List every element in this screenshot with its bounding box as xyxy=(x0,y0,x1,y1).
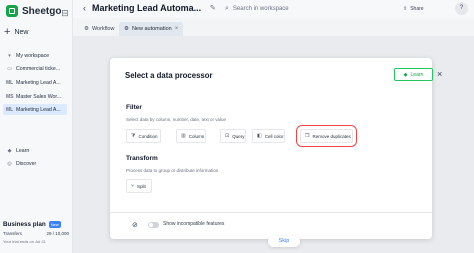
pencil-icon[interactable]: ✎ xyxy=(210,4,216,12)
split-icon: ⑂ xyxy=(131,183,135,189)
close-tab-icon[interactable]: × xyxy=(175,26,179,32)
filter-icon: ⧩ xyxy=(131,133,136,139)
sidebar-item-discover[interactable]: ◎ Discover xyxy=(3,158,39,169)
search-icon: ⌕ xyxy=(225,5,229,12)
sidebar-item-label: My workspace xyxy=(16,52,50,59)
plus-icon: + xyxy=(4,26,11,38)
sidebar-item-label: Master Sales Wor... xyxy=(16,93,62,100)
sidebar-item-my-workspace[interactable]: ▾ My workspace xyxy=(3,50,52,61)
brand-logo[interactable]: Sheetgo xyxy=(6,5,61,17)
close-icon[interactable]: × xyxy=(437,69,442,79)
automation-icon: ⚙ xyxy=(124,26,129,32)
new-button[interactable]: + New xyxy=(4,24,42,40)
ban-icon: ⊘ xyxy=(132,222,138,229)
tab-bar: ⚙ Workflow ⚙ New automation × xyxy=(73,22,474,36)
plan-title: Business plan New xyxy=(3,221,61,228)
compass-icon: ◎ xyxy=(7,160,12,167)
duplicates-icon: ❐ xyxy=(305,133,310,139)
share-button[interactable]: ⇪ Share xyxy=(403,3,424,15)
tab-new-automation[interactable]: ⚙ New automation × xyxy=(119,22,184,36)
option-split[interactable]: ⑂ Split xyxy=(126,179,152,193)
filter-section-subtitle: Select data by column, number, date, tex… xyxy=(126,117,227,122)
ml-badge-icon: ML xyxy=(6,106,14,113)
transfers-value: 29 / 10,000 xyxy=(46,231,69,236)
help-icon[interactable]: ? xyxy=(455,2,468,15)
toggle-label: Show incompatible features xyxy=(163,221,225,227)
share-icon: ⇪ xyxy=(403,6,408,12)
sheetgo-logo-icon xyxy=(6,5,18,17)
sidebar-item-master-sales[interactable]: MS Master Sales Wor... xyxy=(3,91,64,102)
workflow-icon: ⚙ xyxy=(84,26,89,32)
trial-note: Your trial ends on Jul 21 xyxy=(3,239,46,244)
sidebar-item-label: Learn xyxy=(16,147,30,154)
brand-name: Sheetgo xyxy=(22,5,62,17)
back-arrow-icon[interactable]: ‹ xyxy=(83,3,86,13)
sidebar-item-label: Commercial ticke... xyxy=(16,65,61,72)
sidebar-item-label: Marketing Lead A... xyxy=(16,106,61,113)
dialog-footer-divider xyxy=(110,212,432,213)
learn-button[interactable]: ◆ Learn xyxy=(394,68,433,81)
ml-badge-icon: ML xyxy=(6,79,14,86)
sidebar-item-label: Marketing Lead A... xyxy=(16,79,61,86)
columns-icon: ▥ xyxy=(181,133,186,139)
sidebar-item-learn[interactable]: ◆ Learn xyxy=(3,145,32,156)
graduation-cap-icon: ◆ xyxy=(403,71,408,78)
chevron-down-icon: ▾ xyxy=(8,52,11,59)
sidebar-item-commercial-tickets[interactable]: ▭ Commercial ticke... xyxy=(3,63,63,74)
new-button-label: New xyxy=(14,28,29,36)
dialog-title: Select a data processor xyxy=(125,71,213,80)
paint-bucket-icon: ◧ xyxy=(257,133,262,139)
option-column[interactable]: ▥ Column xyxy=(176,129,206,143)
tab-workflow[interactable]: ⚙ Workflow xyxy=(79,22,119,36)
transform-section-subtitle: Process data to group or distribute info… xyxy=(126,168,219,173)
option-cell-color[interactable]: ◧ Cell color xyxy=(252,129,285,143)
transform-section-title: Transform xyxy=(126,155,158,162)
plan-badge: New xyxy=(48,221,61,228)
ms-badge-icon: MS xyxy=(6,93,14,100)
search-input[interactable]: ⌕ Search in workspace xyxy=(225,3,395,15)
query-icon: ⊡ xyxy=(225,133,230,139)
collapse-sidebar-icon[interactable]: ⊟ xyxy=(60,8,70,18)
sidebar: Sheetgo ⊟ + New ▾ My workspace ▭ Commerc… xyxy=(0,0,72,253)
option-query[interactable]: ⊡ Query xyxy=(220,129,246,143)
transfers-row: Transfers 29 / 10,000 xyxy=(3,231,69,236)
data-processor-dialog: Select a data processor ◆ Learn × Filter… xyxy=(110,58,442,239)
graduation-cap-icon: ◆ xyxy=(7,147,12,154)
option-condition[interactable]: ⧩ Condition xyxy=(126,129,161,143)
plan-panel: Business plan New Transfers 29 / 10,000 … xyxy=(3,221,69,244)
sidebar-item-marketing-lead-1[interactable]: ML Marketing Lead A... xyxy=(3,77,64,88)
top-header: ‹ Marketing Lead Automa... ✎ ⌕ Search in… xyxy=(73,0,474,18)
folder-icon: ▭ xyxy=(7,65,12,72)
page-title: Marketing Lead Automa... xyxy=(92,3,202,13)
search-placeholder: Search in workspace xyxy=(232,6,289,12)
incompatible-features-toggle[interactable] xyxy=(148,222,159,228)
skip-button[interactable]: Skip xyxy=(268,236,300,247)
filter-section-title: Filter xyxy=(126,104,142,111)
sidebar-item-marketing-lead-2[interactable]: ML Marketing Lead A... xyxy=(3,104,67,115)
option-remove-duplicates[interactable]: ❐ Remove duplicates xyxy=(296,125,357,147)
sidebar-item-label: Discover xyxy=(16,160,37,167)
transfers-label: Transfers xyxy=(3,231,22,236)
